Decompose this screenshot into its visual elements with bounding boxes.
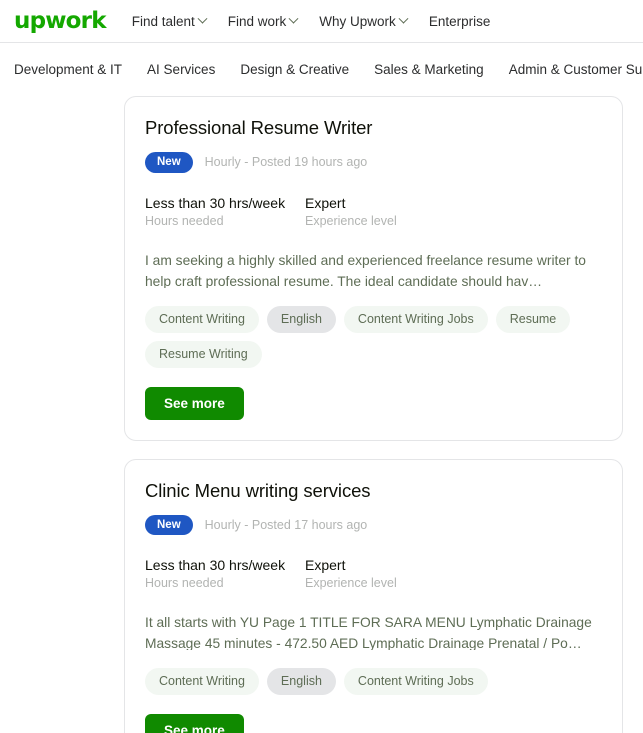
nav-item-enterprise[interactable]: Enterprise [429, 14, 491, 29]
job-posted-meta: Hourly - Posted 17 hours ago [204, 517, 368, 532]
experience-level-value: Expert [305, 194, 346, 211]
status-badge-new: New [145, 152, 193, 173]
nav-item-enterprise-label: Enterprise [428, 13, 491, 29]
job-facts: Less than 30 hrs/week Hours needed Exper… [145, 557, 602, 590]
category-nav-bar: Development & IT AI Services Design & Cr… [0, 43, 643, 96]
job-results-list: Professional Resume Writer New Hourly - … [0, 96, 643, 733]
see-more-button[interactable]: See more [145, 386, 244, 420]
upwork-logo[interactable]: upwork [14, 9, 107, 33]
job-skill-tags: Content Writing English Content Writing … [145, 305, 602, 368]
nav-item-find-talent-label: Find talent [131, 13, 195, 29]
job-posted-meta: Hourly - Posted 19 hours ago [204, 155, 368, 170]
skill-tag[interactable]: Content Writing [145, 305, 259, 333]
chevron-down-icon [197, 13, 208, 24]
skill-tag[interactable]: English [266, 305, 336, 333]
category-ai-services[interactable]: AI Services [147, 62, 215, 77]
skill-tag[interactable]: Content Writing Jobs [343, 305, 488, 333]
nav-item-find-work-label: Find work [227, 13, 287, 29]
chevron-down-icon [398, 13, 409, 24]
primary-nav-links: Find talent Find work Why Upwork Enterpr… [131, 13, 491, 29]
category-development-it[interactable]: Development & IT [14, 62, 122, 77]
category-sales-marketing[interactable]: Sales & Marketing [374, 62, 484, 77]
status-badge-new: New [145, 514, 193, 536]
experience-level-label: Experience level [305, 213, 397, 228]
see-more-button[interactable]: See more [145, 714, 244, 733]
skill-tag[interactable]: Resume Writing [145, 340, 262, 368]
skill-tag[interactable]: Content Writing Jobs [343, 668, 488, 696]
nav-item-why-upwork-label: Why Upwork [319, 13, 396, 29]
hours-needed-value: Less than 30 hrs/week [145, 557, 286, 574]
job-fact-hours: Less than 30 hrs/week Hours needed [145, 557, 305, 590]
job-description: It all starts with YU Page 1 TITLE FOR S… [145, 615, 592, 651]
experience-level-label: Experience level [305, 576, 397, 591]
nav-item-find-talent[interactable]: Find talent [131, 13, 208, 29]
experience-level-value: Expert [305, 557, 346, 574]
job-meta-row: New Hourly - Posted 19 hours ago [145, 152, 602, 173]
job-card[interactable]: Professional Resume Writer New Hourly - … [124, 96, 623, 441]
job-fact-experience: Expert Experience level [305, 195, 397, 228]
skill-tag[interactable]: Resume [495, 305, 571, 333]
category-design-creative[interactable]: Design & Creative [240, 62, 349, 77]
job-card[interactable]: Clinic Menu writing services New Hourly … [124, 458, 623, 733]
nav-item-find-work[interactable]: Find work [227, 13, 299, 29]
job-title[interactable]: Clinic Menu writing services [145, 480, 602, 502]
job-title[interactable]: Professional Resume Writer [145, 117, 602, 139]
skill-tag[interactable]: English [266, 668, 336, 696]
job-meta-row: New Hourly - Posted 17 hours ago [145, 514, 602, 536]
skill-tag[interactable]: Content Writing [145, 668, 259, 696]
hours-needed-label: Hours needed [145, 213, 224, 228]
job-skill-tags: Content Writing English Content Writing … [145, 668, 602, 696]
nav-item-why-upwork[interactable]: Why Upwork [319, 13, 409, 29]
job-facts: Less than 30 hrs/week Hours needed Exper… [145, 195, 602, 228]
hours-needed-label: Hours needed [145, 576, 224, 591]
hours-needed-value: Less than 30 hrs/week [145, 194, 286, 211]
top-navigation-bar: upwork Find talent Find work Why Upwork … [0, 0, 643, 43]
job-fact-hours: Less than 30 hrs/week Hours needed [145, 195, 305, 228]
chevron-down-icon [288, 13, 299, 24]
category-admin-customer-support[interactable]: Admin & Customer Support [509, 62, 643, 77]
job-description: I am seeking a highly skilled and experi… [145, 252, 586, 288]
job-fact-experience: Expert Experience level [305, 557, 397, 590]
